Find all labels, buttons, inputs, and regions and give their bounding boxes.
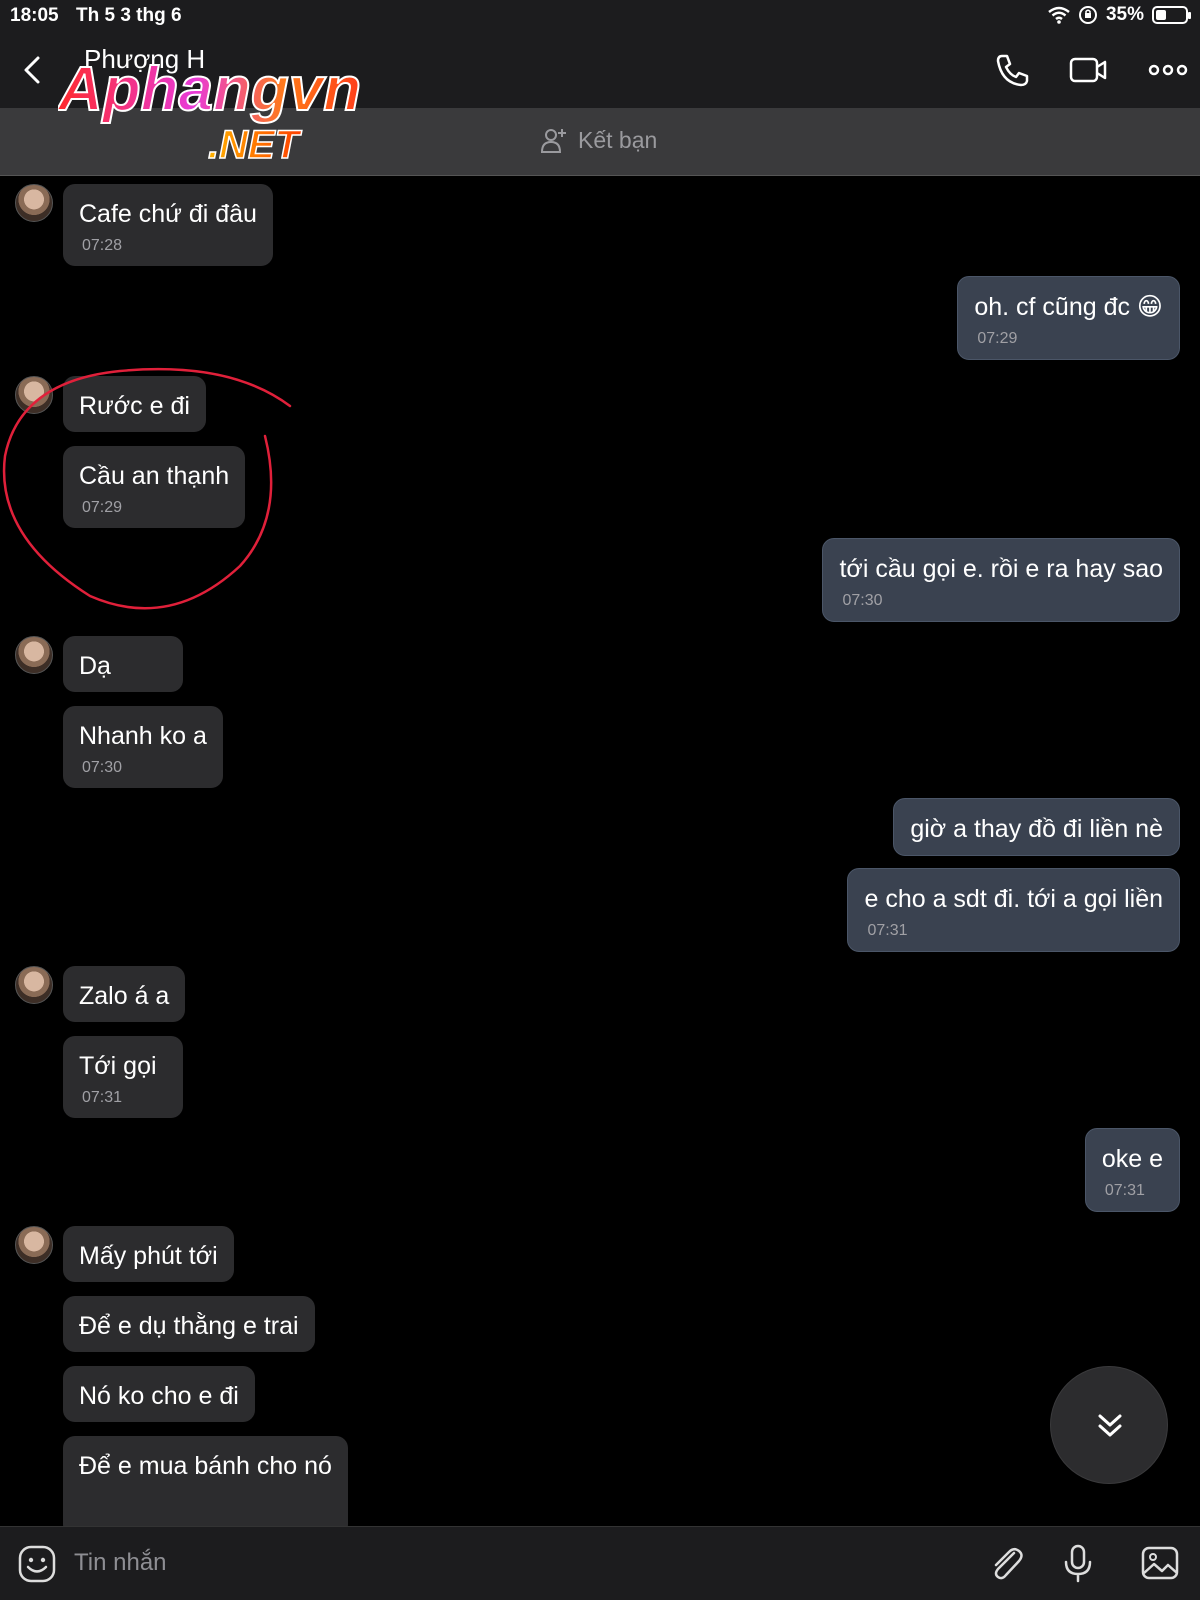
avatar[interactable] [15,966,53,1004]
message-incoming[interactable]: Tới gọi 07:31 [63,1036,183,1118]
battery-percent: 35% [1105,4,1144,25]
message-outgoing[interactable]: e cho a sdt đi. tới a gọi liền 07:31 [847,868,1180,952]
avatar[interactable] [15,184,53,222]
message-text: oh. cf cũng đc 😁 [974,293,1163,321]
message-incoming[interactable]: Mấy phút tới [63,1226,234,1282]
scroll-to-bottom-button[interactable] [1050,1366,1168,1484]
message-incoming[interactable]: Nhanh ko a 07:30 [63,706,223,788]
message-time: 07:31 [1104,1182,1145,1199]
message-text: giờ a thay đồ đi liền nè [910,815,1163,843]
message-text: Tới gọi [79,1052,157,1080]
add-friend-label: Kết bạn [578,126,658,153]
message-incoming[interactable]: Để e dụ thằng e trai [63,1296,315,1352]
message-outgoing[interactable]: tới cầu gọi e. rồi e ra hay sao 07:30 [822,538,1180,622]
message-outgoing[interactable]: oh. cf cũng đc 😁 07:29 [957,276,1180,360]
image-icon[interactable] [1140,1543,1180,1583]
message-time: 07:30 [842,592,883,609]
message-incoming[interactable]: Nó ko cho e đi [63,1366,255,1422]
message-time: 07:31 [82,1089,123,1106]
back-icon[interactable] [18,50,48,90]
add-friend-button[interactable]: Kết bạn [540,126,657,154]
chat-messages[interactable]: Cafe chứ đi đâu 07:28 oh. cf cũng đc 😁 0… [0,176,1200,1526]
battery-icon [1152,6,1191,24]
message-text: Để e mua bánh cho nó [79,1452,332,1480]
message-input[interactable]: Tin nhắn [74,1549,167,1577]
message-text: Dạ [79,652,111,680]
message-text: Cafe chứ đi đâu [79,200,257,228]
more-icon[interactable] [1148,50,1188,90]
status-right: 35% [1048,4,1191,26]
message-incoming[interactable]: Để e mua bánh cho nó [63,1436,348,1526]
add-friend-icon [540,129,566,153]
message-text: Zalo á a [79,982,170,1010]
avatar[interactable] [15,636,53,674]
message-incoming[interactable]: Dạ [63,636,183,692]
avatar[interactable] [15,1226,53,1264]
message-time: 07:28 [82,237,123,254]
microphone-icon[interactable] [1058,1543,1098,1583]
chevron-down-double-icon [1098,1414,1122,1437]
logo-line2: .NET [208,123,303,167]
status-date: Th 5 3 thg 6 [76,5,182,26]
message-outgoing[interactable]: oke e 07:31 [1084,1128,1180,1212]
message-time: 07:30 [82,759,123,776]
message-text: oke e [1101,1145,1163,1173]
video-call-icon[interactable] [1068,50,1108,90]
phone-icon[interactable] [992,50,1032,90]
message-text: Nó ko cho e đi [79,1382,239,1410]
message-text: e cho a sdt đi. tới a gọi liền [864,885,1163,913]
logo-line1: Aphangvn [58,58,361,124]
message-outgoing[interactable]: giờ a thay đồ đi liền nè [893,798,1180,856]
message-input-bar: Tin nhắn [0,1526,1200,1600]
message-text: Nhanh ko a [79,722,207,750]
message-text: Để e dụ thằng e trai [79,1312,299,1340]
message-text: tới cầu gọi e. rồi e ra hay sao [839,555,1163,583]
message-incoming[interactable]: Zalo á a [63,966,186,1022]
annotation-circle [2,367,292,610]
watermark-logo: Aphangvn .NET [58,58,362,168]
orientation-lock-icon [1078,6,1097,24]
status-bar: 18:05 Th 5 3 thg 6 35% [0,0,1200,32]
message-incoming[interactable]: Cafe chứ đi đâu 07:28 [63,184,273,266]
wifi-icon [1048,6,1070,24]
message-time: 07:29 [977,330,1018,347]
message-time: 07:31 [867,922,908,939]
emoji-icon[interactable] [18,1545,56,1583]
status-time: 18:05 [10,5,59,26]
message-text: Mấy phút tới [79,1242,218,1270]
attach-icon[interactable] [986,1543,1026,1583]
